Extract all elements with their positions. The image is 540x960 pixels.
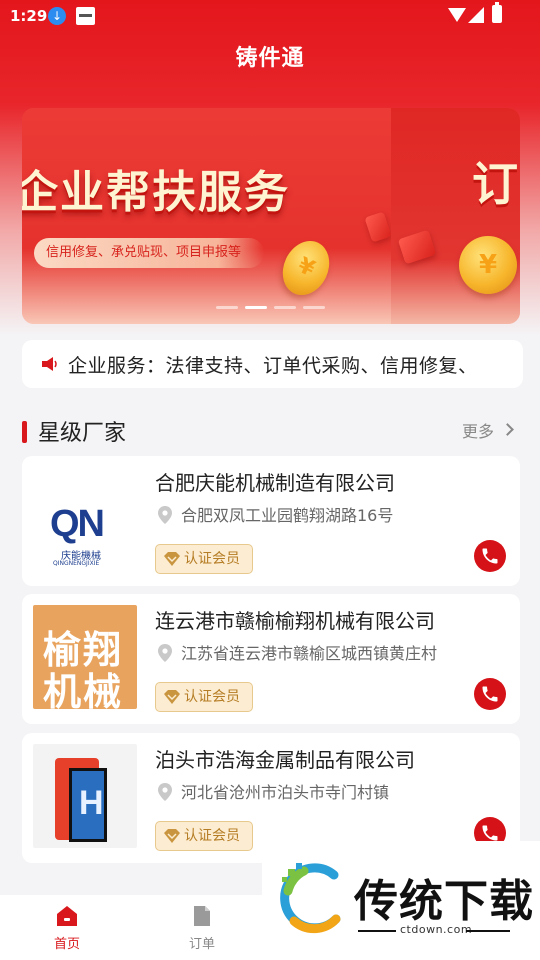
logo-h-letter: H bbox=[79, 784, 104, 822]
carousel-indicator bbox=[216, 306, 325, 309]
call-button[interactable] bbox=[474, 540, 506, 572]
logo-mark: QN bbox=[50, 503, 105, 545]
certified-member-badge: 认证会员 bbox=[155, 682, 253, 712]
gold-coin-icon: ¥ bbox=[274, 233, 338, 303]
phone-icon bbox=[482, 825, 498, 841]
carousel-dot[interactable] bbox=[303, 306, 325, 309]
notice-bar[interactable]: 企业服务：法律支持、订单代采购、信用修复、 bbox=[22, 340, 523, 388]
company-logo: H bbox=[33, 744, 137, 848]
company-address: 合肥双凤工业园鹤翔湖路16号 bbox=[181, 506, 394, 525]
carousel-dot-active[interactable] bbox=[245, 306, 267, 309]
badge-label: 认证会员 bbox=[184, 689, 240, 705]
chevron-right-icon[interactable] bbox=[501, 423, 514, 436]
watermark-url: ctdown.com bbox=[400, 923, 473, 936]
certified-member-badge: 认证会员 bbox=[155, 821, 253, 851]
company-name: 连云港市赣榆榆翔机械有限公司 bbox=[155, 609, 435, 633]
company-address: 江苏省连云港市赣榆区城西镇黄庄村 bbox=[181, 644, 438, 663]
badge-label: 认证会员 bbox=[184, 551, 240, 567]
location-pin-icon bbox=[158, 783, 172, 801]
status-time: 1:29 bbox=[10, 7, 48, 25]
download-icon: ↓ bbox=[48, 7, 66, 25]
nav-home-label: 首页 bbox=[53, 937, 80, 952]
logo-line-2: 机械 bbox=[43, 670, 124, 709]
nav-home[interactable]: 首页 bbox=[37, 905, 97, 952]
diamond-icon bbox=[164, 690, 180, 704]
home-icon bbox=[57, 906, 77, 926]
call-button[interactable] bbox=[474, 678, 506, 710]
signal-icon bbox=[468, 7, 484, 23]
carousel-dot[interactable] bbox=[216, 306, 238, 309]
company-card[interactable]: QN 庆能機械 QINGNENGJIXIE 合肥庆能机械制造有限公司 合肥双凤工… bbox=[22, 456, 520, 586]
location-pin-icon bbox=[158, 506, 172, 524]
gold-coin-icon: ¥ bbox=[459, 236, 517, 294]
red-envelope-icon bbox=[364, 211, 392, 243]
phone-icon bbox=[482, 686, 498, 702]
carousel-dot[interactable] bbox=[274, 306, 296, 309]
red-envelope-icon bbox=[397, 229, 437, 265]
phone-icon bbox=[482, 548, 498, 564]
banner-next-slide[interactable]: ¥ bbox=[391, 108, 520, 324]
document-icon bbox=[194, 906, 210, 926]
watermark: 传统下载 ctdown.com bbox=[262, 841, 540, 960]
location-pin-icon bbox=[158, 644, 172, 662]
certified-member-badge: 认证会员 bbox=[155, 544, 253, 574]
section-accent-bar bbox=[22, 421, 27, 443]
banner-headline: 企业帮扶服务 bbox=[22, 167, 290, 218]
notification-thumbnail-icon bbox=[76, 7, 95, 25]
battery-icon bbox=[492, 2, 502, 23]
company-card[interactable]: 榆翔 机械 连云港市赣榆榆翔机械有限公司 江苏省连云港市赣榆区城西镇黄庄村 认证… bbox=[22, 594, 520, 724]
nav-orders[interactable]: 订单 bbox=[172, 905, 232, 952]
banner-slide[interactable]: 企业帮扶服务 信用修复、承兑贴现、项目申报等 ¥ bbox=[22, 108, 392, 324]
speaker-icon bbox=[42, 357, 57, 371]
watermark-rule bbox=[466, 930, 510, 932]
banner-next-headline: 订 bbox=[472, 157, 518, 211]
company-logo: QN 庆能機械 QINGNENGJIXIE bbox=[33, 467, 137, 571]
watermark-logo-icon bbox=[280, 863, 341, 934]
company-logo: 榆翔 机械 bbox=[33, 605, 137, 709]
nav-orders-label: 订单 bbox=[188, 937, 215, 952]
wifi-icon bbox=[448, 8, 466, 22]
company-address: 河北省沧州市泊头市寺门村镇 bbox=[181, 783, 390, 802]
banner-carousel[interactable]: 企业帮扶服务 信用修复、承兑贴现、项目申报等 ¥ ¥ 订 bbox=[22, 108, 520, 324]
company-name: 合肥庆能机械制造有限公司 bbox=[155, 471, 395, 495]
badge-label: 认证会员 bbox=[184, 828, 240, 844]
watermark-text: 传统下载 bbox=[354, 876, 534, 927]
company-name: 泊头市浩海金属制品有限公司 bbox=[155, 748, 415, 772]
diamond-icon bbox=[164, 829, 180, 843]
more-link[interactable]: 更多 bbox=[462, 418, 494, 442]
logo-pinyin: QINGNENGJIXIE bbox=[53, 560, 100, 567]
diamond-icon bbox=[164, 552, 180, 566]
status-bar: 1:29 ↓ bbox=[0, 0, 540, 32]
section-title: 星级厂家 bbox=[38, 421, 127, 446]
notice-text: 企业服务：法律支持、订单代采购、信用修复、 bbox=[68, 355, 478, 377]
app-title: 铸件通 bbox=[235, 46, 305, 71]
banner-subtitle: 信用修复、承兑贴现、项目申报等 bbox=[34, 238, 264, 268]
watermark-rule bbox=[358, 930, 396, 932]
